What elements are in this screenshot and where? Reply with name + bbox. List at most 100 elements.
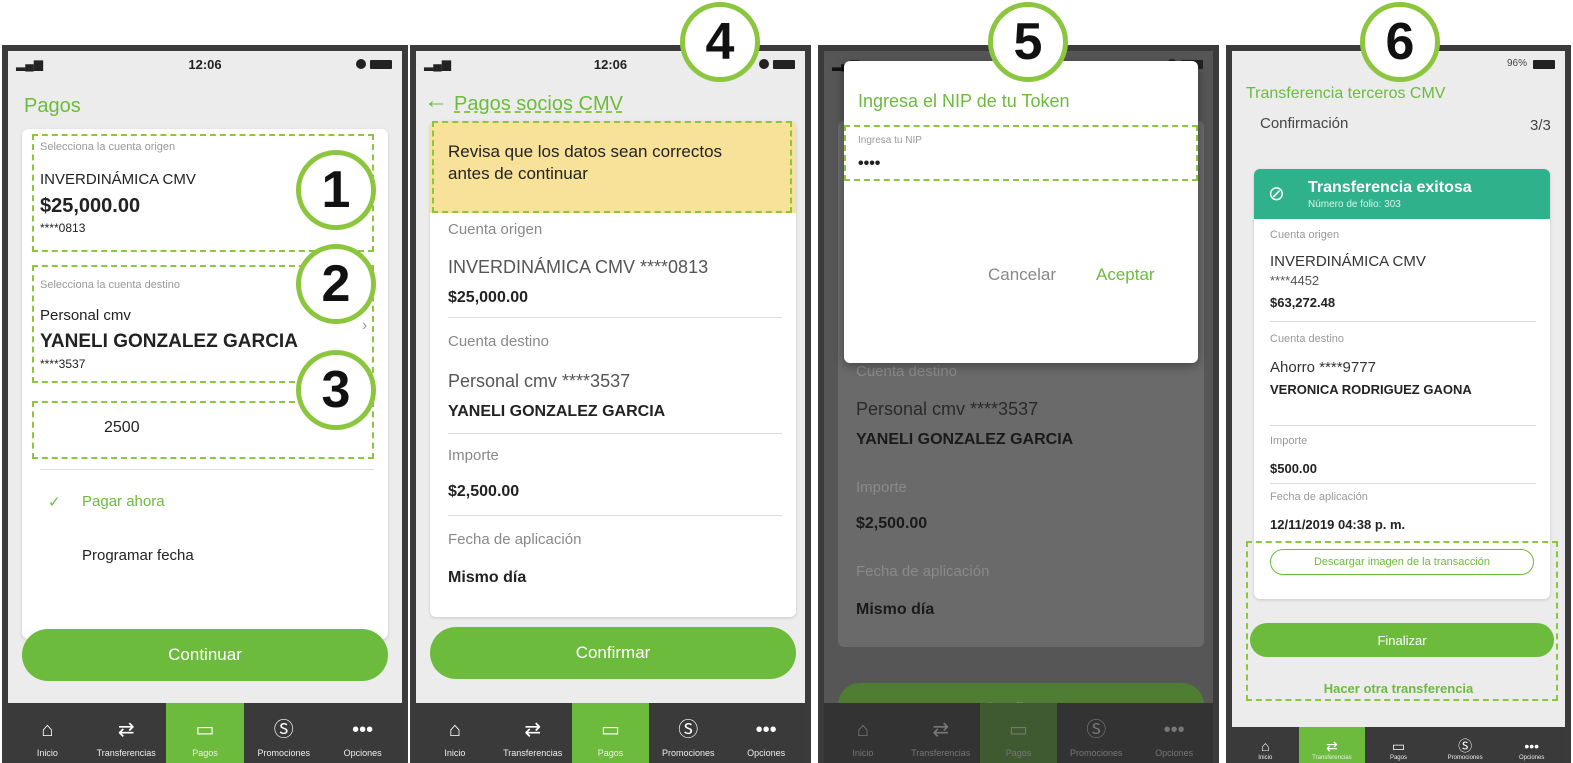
pay-now-option[interactable]: Pagar ahora	[82, 493, 165, 510]
origin-balance: $25,000.00	[40, 195, 141, 217]
destination-number: ****3537	[40, 357, 86, 371]
bottom-tab-bar: ⌂ Inicio ⇄ Transferencias ▭ Pagos Ⓢ Promocio…	[8, 703, 402, 763]
phone-screen-success: 96% Transferencia terceros CMV Confirmac…	[1226, 45, 1571, 763]
origin-label: Cuenta origen	[448, 221, 543, 238]
divider	[448, 515, 782, 516]
confirm-button[interactable]: Confirmar	[430, 627, 796, 679]
more-icon: •••	[755, 719, 777, 741]
folio-number: Número de folio: 303	[1308, 199, 1401, 210]
tab-opciones[interactable]: ••• Opciones	[323, 703, 402, 763]
step-badge-2: 2	[296, 244, 376, 324]
continue-button[interactable]: Continuar	[22, 629, 388, 681]
origin-account: INVERDINÁMICA CMV ****0813	[448, 257, 709, 277]
destination-holder: YANELI GONZALEZ GARCIA	[40, 331, 298, 352]
divider	[1270, 425, 1536, 426]
origin-balance: $63,272.48	[1270, 295, 1336, 310]
dialog-title: Ingresa el NIP de tu Token	[858, 91, 1070, 111]
tab-promociones[interactable]: Ⓢ Promociones	[1432, 727, 1499, 763]
tab-inicio[interactable]: ⌂ Inicio	[1232, 727, 1299, 763]
review-card: Revisa que los datos sean correctos ante…	[430, 121, 796, 617]
status-time: 12:06	[188, 57, 222, 72]
step-badge-3: 3	[296, 350, 376, 430]
transfer-icon: ⇄	[1326, 738, 1338, 754]
more-icon: •••	[352, 719, 374, 741]
step-badge-5: 5	[988, 2, 1068, 82]
step-badge-6: 6	[1360, 2, 1440, 82]
tab-promociones[interactable]: Ⓢ Promociones	[244, 703, 323, 763]
home-icon: ⌂	[1261, 738, 1270, 754]
tab-inicio[interactable]: ⌂ Inicio	[416, 703, 494, 763]
date-label: Fecha de aplicación	[856, 563, 990, 580]
tab-transferencias[interactable]: ⇄ Transferencias	[87, 703, 166, 763]
notice-text: Revisa que los datos sean correctos ante…	[448, 142, 723, 183]
destination-holder: YANELI GONZALEZ GARCIA	[856, 431, 1074, 448]
divider	[448, 317, 782, 318]
origin-label: Selecciona la cuenta origen	[40, 141, 176, 153]
chevron-right-icon: ›	[362, 317, 368, 334]
actions-highlight	[1246, 541, 1558, 701]
divider	[448, 433, 782, 434]
schedule-date-option[interactable]: Programar fecha	[82, 547, 194, 564]
tab-opciones[interactable]: ••• Opciones	[1498, 727, 1565, 763]
destination-label: Cuenta destino	[448, 333, 549, 350]
date-value: Mismo día	[856, 601, 935, 618]
transfer-icon: ⇄	[932, 719, 950, 741]
nip-dialog: Ingresa el NIP de tu Token Ingresa tu NI…	[844, 61, 1198, 363]
origin-account-number: ****0813	[40, 221, 86, 235]
tab-transferencias[interactable]: ⇄ Transferencias	[494, 703, 572, 763]
card-icon: ▭	[601, 719, 620, 741]
destination-account: Personal cmv ****3537	[856, 399, 1039, 419]
receipt-card: ⊘ Transferencia exitosa Número de folio:…	[1254, 169, 1550, 599]
page-title: Pagos socios CMV	[454, 93, 623, 115]
nip-input[interactable]	[844, 125, 1198, 181]
bottom-tab-bar: ⌂ Inicio ⇄ Transferencias ▭ Pagos Ⓢ Promocio…	[1232, 727, 1565, 763]
date-label: Fecha de aplicación	[448, 531, 582, 548]
amount-label: Importe	[448, 447, 499, 464]
more-icon: •••	[1163, 719, 1185, 741]
amount-value: 2500	[104, 419, 140, 436]
phone-screen-nip-dialog: ▂▄▆ Cuenta destino Personal cmv ****3537…	[818, 45, 1219, 763]
home-icon: ⌂	[41, 719, 54, 741]
more-icon: •••	[1524, 738, 1540, 754]
phone-screen-confirm: ▂▄▆ 12:06 ← Pagos socios CMV Revisa que …	[410, 45, 811, 763]
home-icon: ⌂	[448, 719, 461, 741]
finish-button[interactable]: Finalizar	[1250, 623, 1554, 657]
battery-icon	[370, 60, 392, 69]
back-arrow-icon[interactable]: ←	[424, 87, 448, 115]
tab-pagos[interactable]: ▭ Pagos	[1365, 727, 1432, 763]
destination-label: Cuenta destino	[856, 363, 957, 380]
destination-type: Personal cmv	[40, 307, 131, 324]
tab-inicio[interactable]: ⌂ Inicio	[8, 703, 87, 763]
destination-account: Personal cmv ****3537	[448, 371, 631, 391]
tab-pagos[interactable]: ▭ Pagos	[571, 703, 650, 763]
page-title: Pagos	[24, 95, 81, 117]
destination-holder: VERONICA RODRIGUEZ GAONA	[1270, 382, 1472, 397]
alarm-icon	[759, 59, 769, 69]
tab-promociones[interactable]: Ⓢ Promociones	[649, 703, 727, 763]
battery-icon	[1533, 60, 1555, 69]
origin-account-name: INVERDINÁMICA CMV	[1270, 253, 1426, 270]
date-value: 12/11/2019 04:38 p. m.	[1270, 517, 1406, 532]
divider	[40, 469, 374, 470]
amount-value: $500.00	[1270, 461, 1317, 476]
battery-icon	[773, 60, 795, 69]
amount-label: Importe	[856, 479, 907, 496]
tab-opciones[interactable]: ••• Opciones	[727, 703, 805, 763]
divider	[1270, 321, 1536, 322]
dollar-coin-icon: Ⓢ	[678, 719, 699, 741]
tab-transferencias[interactable]: ⇄ Transferencias	[902, 703, 980, 763]
tab-opciones[interactable]: ••• Opciones	[1135, 703, 1213, 763]
card-icon: ▭	[1009, 719, 1028, 741]
nip-value: ••••	[858, 155, 881, 172]
tab-promociones[interactable]: Ⓢ Promociones	[1057, 703, 1135, 763]
tab-inicio[interactable]: ⌂ Inicio	[824, 703, 902, 763]
origin-account-name: INVERDINÁMICA CMV	[40, 171, 196, 188]
cancel-button[interactable]: Cancelar	[988, 265, 1056, 285]
tab-transferencias[interactable]: ⇄ Transferencias	[1298, 727, 1366, 763]
tab-pagos[interactable]: ▭ Pagos	[979, 703, 1058, 763]
dollar-coin-icon: Ⓢ	[1458, 738, 1473, 754]
new-transfer-link[interactable]: Hacer otra transferencia	[1232, 681, 1565, 696]
accept-button[interactable]: Aceptar	[1096, 265, 1155, 285]
tab-pagos[interactable]: ▭ Pagos	[165, 703, 245, 763]
origin-label: Cuenta origen	[1270, 229, 1340, 241]
